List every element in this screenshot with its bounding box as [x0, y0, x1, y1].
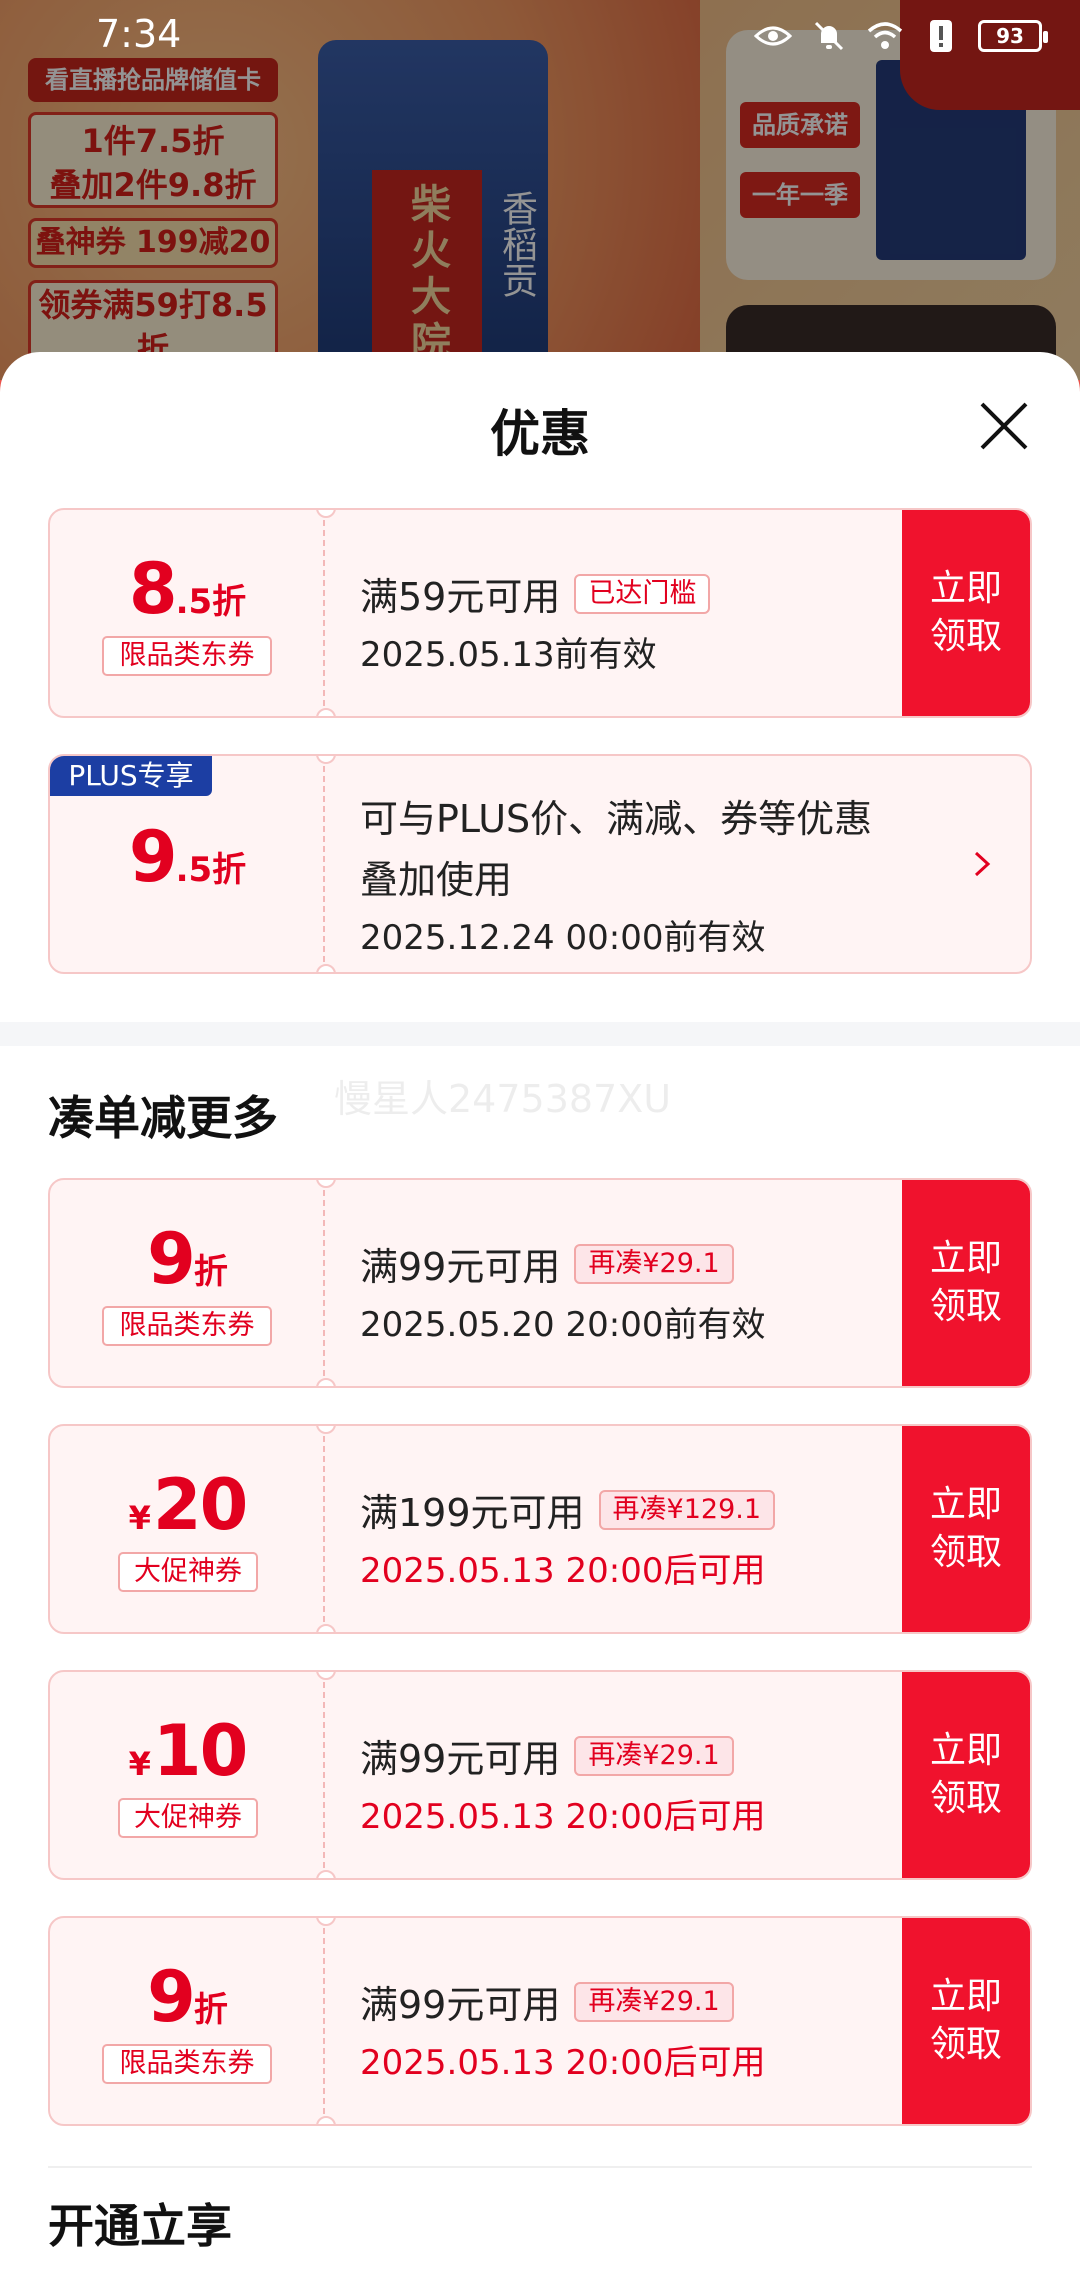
- plus-desc-line2: 叠加使用: [360, 858, 513, 902]
- claim-button[interactable]: 立即 领取: [902, 1426, 1030, 1632]
- alert-icon: [922, 17, 960, 55]
- coupon-condition-row: 满99元可用 再凑¥29.1: [360, 1728, 765, 1783]
- section-title-more: 凑单减更多: [48, 1091, 278, 1145]
- coupon-value-unit: .5折: [175, 582, 247, 622]
- section-divider: [0, 1022, 1080, 1046]
- coupon-card: ¥20 大促神券 满199元可用 再凑¥129.1 2025.05.13 20:…: [48, 1424, 1032, 1634]
- close-icon: [980, 402, 1028, 450]
- coupon-notch: [316, 2116, 336, 2124]
- coupon-gap-badge: 再凑¥29.1: [574, 1243, 734, 1284]
- coupon-condition: 满99元可用: [360, 1245, 561, 1289]
- coupon-validity: 2025.12.24 00:00前有效: [360, 918, 766, 958]
- claim-button-label: 立即 领取: [929, 1976, 1002, 2065]
- coupon-notch: [316, 1378, 336, 1386]
- coupon-card: 9折 限品类东券 满99元可用 再凑¥29.1 2025.05.20 20:00…: [48, 1178, 1032, 1388]
- coupon-condition-row: 满99元可用 再凑¥29.1: [360, 1236, 765, 1291]
- coupon-notch: [316, 708, 336, 716]
- coupon-condition: 满59元可用: [360, 575, 561, 619]
- coupon-condition-row: 满99元可用 再凑¥29.1: [360, 1974, 765, 2029]
- coupon-type-tag: 限品类东券: [102, 2044, 272, 2084]
- coupon-value-main: 8: [128, 548, 178, 630]
- coupon-value: ¥20: [50, 1464, 325, 1546]
- coupon-value-area: 8.5折 限品类东券: [50, 510, 325, 716]
- sheet-title: 优惠: [490, 405, 590, 463]
- mute-bell-icon: [810, 17, 848, 55]
- battery-icon: 93: [978, 20, 1048, 52]
- coupon-type-tag: 限品类东券: [102, 636, 272, 676]
- coupon-sheet: 优惠 8.5折 限品类东券 满59元可用 已达门槛 2025.05.13前有效 …: [0, 352, 1080, 2280]
- coupon-validity: 2025.05.13 20:00后可用: [360, 2043, 766, 2083]
- coupon-value-area: ¥10 大促神券: [50, 1672, 325, 1878]
- coupon-notch: [316, 1624, 336, 1632]
- coupon-value-area: ¥20 大促神券: [50, 1426, 325, 1632]
- coupon-value: 9.5折: [50, 816, 325, 898]
- coupon-info: 满99元可用 再凑¥29.1 2025.05.13 20:00后可用: [360, 1728, 765, 1838]
- coupon-info: 满199元可用 再凑¥129.1 2025.05.13 20:00后可用: [360, 1482, 776, 1592]
- coupon-card: 8.5折 限品类东券 满59元可用 已达门槛 2025.05.13前有效 立即 …: [48, 508, 1032, 718]
- claim-button[interactable]: 立即 领取: [902, 1672, 1030, 1878]
- claim-button[interactable]: 立即 领取: [902, 510, 1030, 716]
- close-button[interactable]: [976, 398, 1032, 454]
- coupon-info: 满59元可用 已达门槛 2025.05.13前有效: [360, 566, 711, 676]
- section-divider: [48, 2166, 1032, 2168]
- coupon-value-area: 9折 限品类东券: [50, 1180, 325, 1386]
- coupon-value-main: 9: [128, 816, 178, 898]
- watermark: 慢星人2475387XU: [334, 1077, 672, 1121]
- coupon-value-main: 9: [147, 1218, 196, 1300]
- coupon-type-tag: 大促神券: [118, 1798, 258, 1838]
- coupon-value-main: 9: [147, 1956, 196, 2038]
- claim-button[interactable]: 立即 领取: [902, 1918, 1030, 2124]
- coupon-notch: [316, 1870, 336, 1878]
- coupon-gap-badge: 再凑¥129.1: [598, 1489, 776, 1530]
- coupon-validity: 2025.05.20 20:00前有效: [360, 1305, 766, 1345]
- coupon-status-badge: 已达门槛: [574, 573, 711, 614]
- coupon-condition: 满99元可用: [360, 1983, 561, 2027]
- status-icons: 93: [754, 14, 1048, 58]
- coupon-card: ¥10 大促神券 满99元可用 再凑¥29.1 2025.05.13 20:00…: [48, 1670, 1032, 1880]
- coupon-info: 满99元可用 再凑¥29.1 2025.05.20 20:00前有效: [360, 1236, 765, 1346]
- coupon-type-tag: 大促神券: [118, 1552, 258, 1592]
- claim-button[interactable]: 立即 领取: [902, 1180, 1030, 1386]
- plus-desc-line1: 可与PLUS价、满减、券等优惠: [360, 797, 873, 841]
- coupon-notch: [316, 964, 336, 972]
- coupon-card: 9折 限品类东券 满99元可用 再凑¥29.1 2025.05.13 20:00…: [48, 1916, 1032, 2126]
- eye-icon: [754, 17, 792, 55]
- coupon-currency: ¥: [128, 1499, 151, 1537]
- coupon-value-main: 10: [152, 1710, 248, 1792]
- coupon-value-main: 20: [152, 1464, 248, 1546]
- section-title-open: 开通立享: [48, 2199, 232, 2253]
- coupon-validity: 2025.05.13 20:00后可用: [360, 1551, 766, 1591]
- coupon-currency: ¥: [128, 1745, 151, 1783]
- plus-exclusive-badge: PLUS专享: [50, 756, 212, 796]
- coupon-validity: 2025.05.13前有效: [360, 635, 657, 675]
- wifi-icon: [866, 17, 904, 55]
- coupon-info: 满99元可用 再凑¥29.1 2025.05.13 20:00后可用: [360, 1974, 765, 2084]
- coupon-value-unit: .5折: [175, 850, 247, 890]
- coupon-value: ¥10: [50, 1710, 325, 1792]
- coupon-gap-badge: 再凑¥29.1: [574, 1735, 734, 1776]
- coupon-value: 8.5折: [50, 548, 325, 630]
- coupon-condition: 满199元可用: [360, 1491, 585, 1535]
- status-time: 7:34: [96, 12, 182, 56]
- coupon-info: 可与PLUS价、满减、券等优惠 叠加使用 2025.12.24 00:00前有效: [360, 788, 872, 959]
- chevron-right-icon[interactable]: [972, 756, 992, 972]
- claim-button-label: 立即 领取: [929, 568, 1002, 657]
- coupon-value-unit: 折: [193, 1990, 228, 2030]
- coupon-condition-row: 满59元可用 已达门槛: [360, 566, 711, 621]
- coupon-value-area: 9折 限品类东券: [50, 1918, 325, 2124]
- coupon-gap-badge: 再凑¥29.1: [574, 1981, 734, 2022]
- coupon-value: 9折: [50, 1956, 325, 2038]
- claim-button-label: 立即 领取: [929, 1730, 1002, 1819]
- status-bar: 7:34 93: [0, 0, 1080, 72]
- plus-coupon-card[interactable]: 9.5折 PLUS专享 可与PLUS价、满减、券等优惠 叠加使用 2025.12…: [48, 754, 1032, 974]
- coupon-value: 9折: [50, 1218, 325, 1300]
- claim-button-label: 立即 领取: [929, 1238, 1002, 1327]
- coupon-value-unit: 折: [193, 1252, 228, 1292]
- coupon-condition-row: 满199元可用 再凑¥129.1: [360, 1482, 776, 1537]
- coupon-type-tag: 限品类东券: [102, 1306, 272, 1346]
- claim-button-label: 立即 领取: [929, 1484, 1002, 1573]
- coupon-condition: 满99元可用: [360, 1737, 561, 1781]
- coupon-validity: 2025.05.13 20:00后可用: [360, 1797, 766, 1837]
